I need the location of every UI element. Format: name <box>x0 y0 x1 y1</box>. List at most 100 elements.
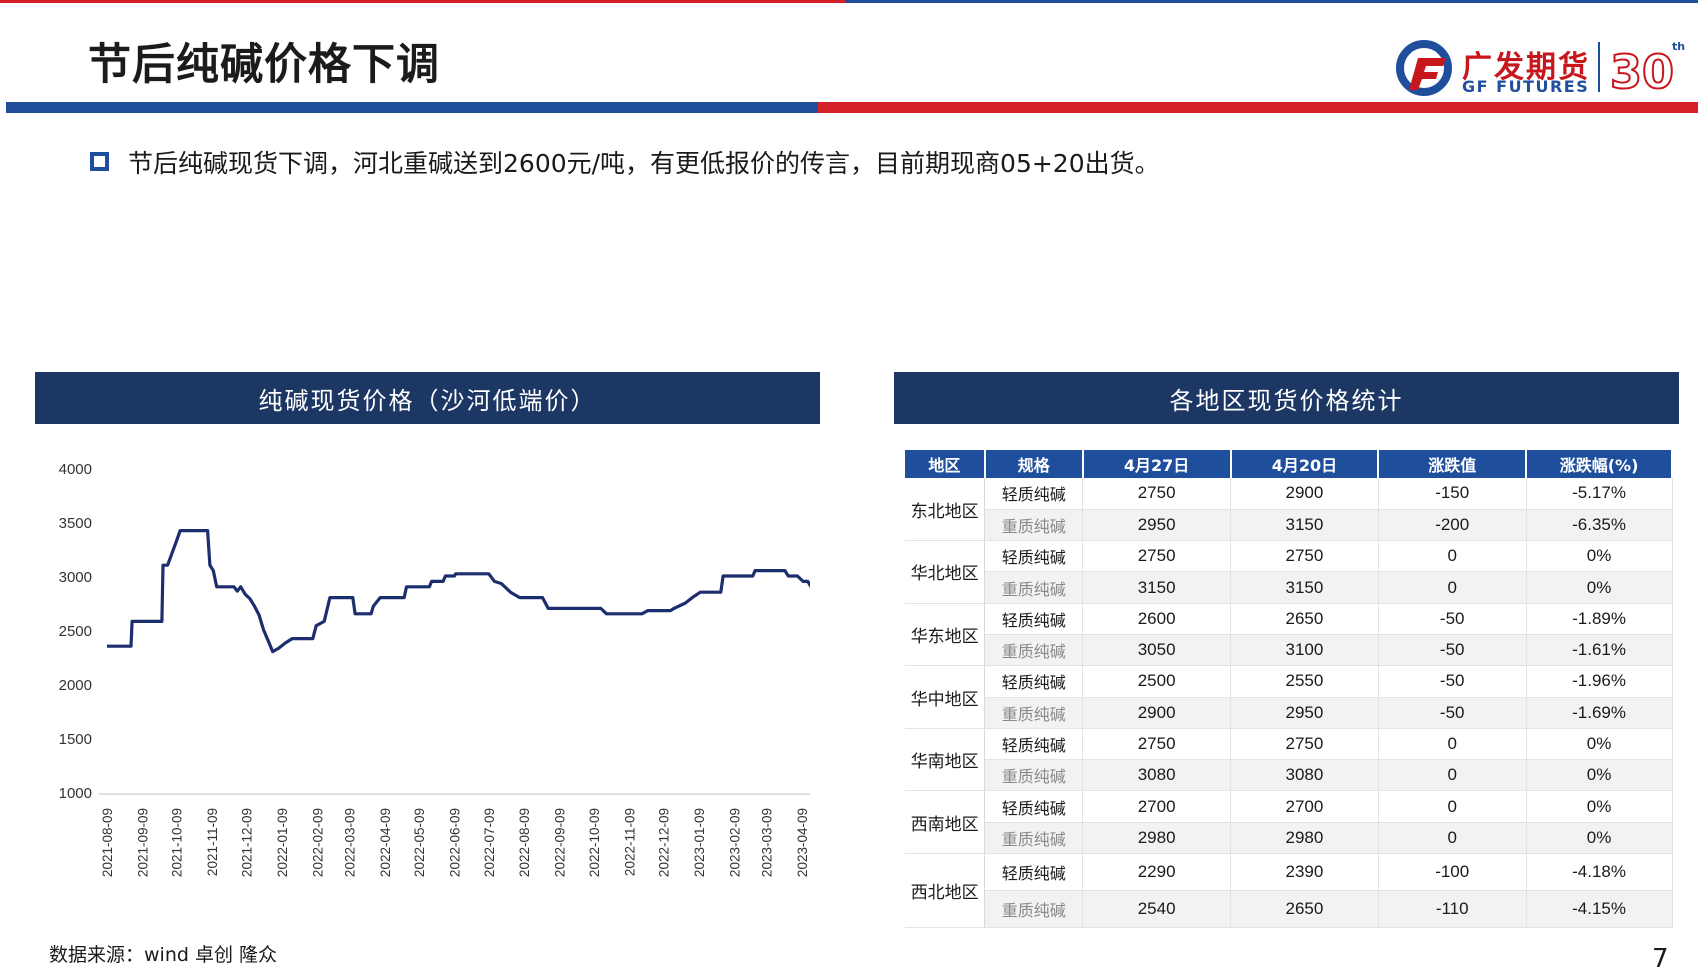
gf-futures-logo: 广发期货 GF FUTURES 30 th <box>1392 38 1688 98</box>
logo-english-name: GF FUTURES <box>1462 77 1590 96</box>
table-cell-d1: 2540 <box>1082 890 1232 929</box>
y-tick-label: 2500 <box>59 623 92 640</box>
table-cell-d1: 2900 <box>1082 697 1232 729</box>
y-tick-label: 2000 <box>59 677 92 694</box>
table-cell-spec: 重质纯碱 <box>984 571 1084 604</box>
table-cell-pct: -4.15% <box>1526 890 1673 929</box>
x-tick-label: 2022-07-09 <box>482 808 497 877</box>
table-cell-d0: 3150 <box>1230 571 1379 604</box>
table-cell-d0: 2980 <box>1230 822 1379 855</box>
table-cell-d1: 2290 <box>1082 853 1232 892</box>
table-cell-d0: 3100 <box>1230 634 1379 667</box>
table-panel-header: 各地区现货价格统计 <box>894 372 1679 424</box>
x-tick-label: 2022-08-09 <box>517 808 532 877</box>
soda-ash-price-chart: 4000350030002500200015001000 2021-08-09 2… <box>59 461 810 877</box>
x-tick-label: 2023-04-09 <box>795 808 810 877</box>
table-cell-spec: 轻质纯碱 <box>984 665 1084 698</box>
x-tick-label: 2022-01-09 <box>275 808 290 877</box>
table-cell-chg: -50 <box>1378 603 1527 635</box>
table-row: 华南地区 轻质纯碱 2750 2750 0 0% <box>905 728 1673 792</box>
region-cell: 华北地区 <box>905 540 986 604</box>
table-cell-chg: -50 <box>1378 634 1527 667</box>
table-row: 重质纯碱 2540 2650 -110 -4.15% <box>905 890 1673 929</box>
x-tick-label: 2023-01-09 <box>692 808 707 877</box>
table-cell-d0: 3150 <box>1230 509 1379 542</box>
table-cell-d0: 2390 <box>1230 853 1379 892</box>
y-tick-label: 1000 <box>59 785 92 802</box>
table-cell-chg: -150 <box>1378 478 1527 510</box>
table-header-cell: 地区 <box>905 450 986 478</box>
table-cell-spec: 重质纯碱 <box>984 509 1084 542</box>
table-cell-d0: 3080 <box>1230 759 1379 792</box>
table-cell-chg: 0 <box>1378 822 1527 855</box>
table-cell-pct: -1.61% <box>1526 634 1673 667</box>
table-cell-d0: 2700 <box>1230 790 1379 823</box>
table-cell-pct: -1.89% <box>1526 603 1673 635</box>
anniversary-number: 30 <box>1610 45 1674 98</box>
table-header-row: 地区 规格 4月27日 4月20日 涨跌值 涨跌幅(%) <box>905 450 1673 478</box>
region-cell: 华东地区 <box>905 603 986 667</box>
table-cell-spec: 轻质纯碱 <box>984 728 1084 761</box>
table-cell-chg: 0 <box>1378 759 1527 792</box>
x-tick-label: 2022-10-09 <box>587 808 602 877</box>
table-row: 重质纯碱 2950 3150 -200 -6.35% <box>905 509 1673 542</box>
bullet-text: 节后纯碱现货下调，河北重碱送到2600元/吨，有更低报价的传言，目前期现商05+… <box>128 149 1160 178</box>
table-row: 华东地区 轻质纯碱 2600 2650 -50 -1.89% <box>905 603 1673 667</box>
table-cell-pct: 0% <box>1526 540 1673 573</box>
gf-logo-icon <box>1396 40 1452 96</box>
y-tick-label: 3000 <box>59 569 92 586</box>
anniversary-suffix: th <box>1672 40 1685 53</box>
table-cell-d1: 2750 <box>1082 540 1232 573</box>
table-cell-pct: -6.35% <box>1526 509 1673 542</box>
table-cell-chg: -50 <box>1378 665 1527 698</box>
table-cell-d1: 2700 <box>1082 790 1232 823</box>
region-cell: 西北地区 <box>905 853 986 929</box>
x-tick-label: 2021-09-09 <box>135 808 150 877</box>
x-tick-label: 2022-04-09 <box>378 808 393 877</box>
table-cell-chg: -50 <box>1378 697 1527 729</box>
table-cell-d1: 2500 <box>1082 665 1232 698</box>
anniversary-30-icon: 30 th <box>1609 40 1685 98</box>
x-tick-label: 2023-02-09 <box>728 808 743 877</box>
x-tick-label: 2022-09-09 <box>553 808 568 877</box>
table-row: 重质纯碱 3050 3100 -50 -1.61% <box>905 634 1673 667</box>
table-header-cell: 涨跌值 <box>1378 450 1528 478</box>
table-row: 重质纯碱 2980 2980 0 0% <box>905 822 1673 855</box>
table-cell-d0: 2750 <box>1230 728 1379 761</box>
table-cell-spec: 重质纯碱 <box>984 634 1084 667</box>
table-cell-spec: 重质纯碱 <box>984 759 1084 792</box>
table-cell-spec: 轻质纯碱 <box>984 603 1084 635</box>
table-cell-chg: 0 <box>1378 571 1527 604</box>
table-header-cell: 规格 <box>984 450 1084 478</box>
x-tick-label: 2023-03-09 <box>760 808 775 877</box>
table-cell-pct: -1.96% <box>1526 665 1673 698</box>
table-row: 重质纯碱 2900 2950 -50 -1.69% <box>905 697 1673 729</box>
data-source: 数据来源：wind 卓创 隆众 <box>49 944 278 966</box>
table-cell-d1: 2600 <box>1082 603 1232 635</box>
table-cell-chg: -200 <box>1378 509 1527 542</box>
table-cell-chg: -100 <box>1378 853 1527 892</box>
table-cell-pct: -4.18% <box>1526 853 1673 892</box>
table-cell-d0: 2650 <box>1230 890 1379 929</box>
region-cell: 西南地区 <box>905 790 986 855</box>
table-cell-pct: 0% <box>1526 571 1673 604</box>
table-cell-d1: 3150 <box>1082 571 1232 604</box>
table-cell-pct: 0% <box>1526 759 1673 792</box>
table-cell-spec: 轻质纯碱 <box>984 853 1084 892</box>
table-cell-d1: 2750 <box>1082 728 1232 761</box>
table-row: 西南地区 轻质纯碱 2700 2700 0 0% <box>905 790 1673 855</box>
table-cell-pct: -1.69% <box>1526 697 1673 729</box>
x-tick-label: 2021-11-09 <box>205 808 220 876</box>
table-row: 华北地区 轻质纯碱 2750 2750 0 0% <box>905 540 1673 604</box>
table-cell-d1: 3050 <box>1082 634 1232 667</box>
table-cell-spec: 重质纯碱 <box>984 890 1084 929</box>
table-header-cell: 涨跌幅(%) <box>1526 450 1673 478</box>
top-accent-stripe <box>0 0 1698 3</box>
table-cell-spec: 重质纯碱 <box>984 822 1084 855</box>
y-tick-label: 3500 <box>59 515 92 532</box>
table-cell-spec: 轻质纯碱 <box>984 790 1084 823</box>
table-row: 东北地区 轻质纯碱 2750 2900 -150 -5.17% <box>905 478 1673 542</box>
table-cell-d0: 2750 <box>1230 540 1379 573</box>
table-row: 重质纯碱 3150 3150 0 0% <box>905 571 1673 604</box>
table-cell-pct: -5.17% <box>1526 478 1673 510</box>
